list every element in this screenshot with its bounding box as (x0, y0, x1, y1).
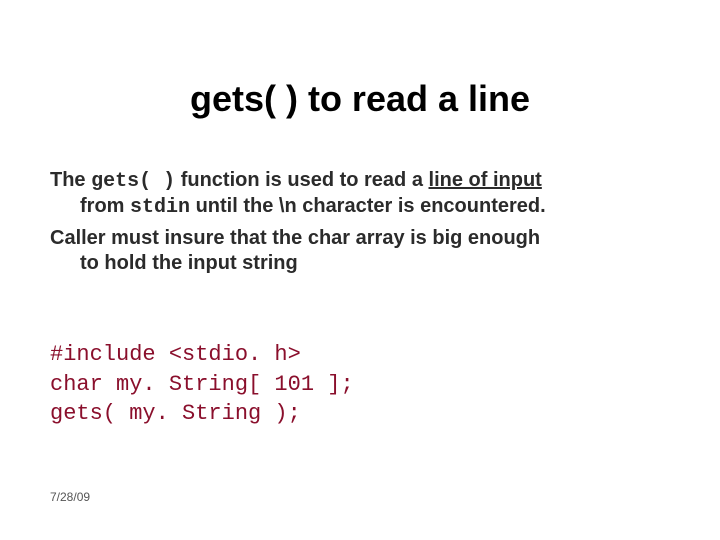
slide-body: The gets( ) function is used to read a l… (50, 168, 670, 282)
paragraph-1: The gets( ) function is used to read a l… (50, 168, 670, 220)
slide-title: gets( ) to read a line (0, 78, 720, 120)
code-line-3: gets( my. String ); (50, 401, 301, 426)
p1-cont-pre: from (80, 195, 130, 217)
paragraph-2: Caller must insure that the char array i… (50, 226, 670, 276)
p1-code-gets: gets( ) (91, 170, 175, 193)
p1-cont: from stdin until the \n character is enc… (50, 194, 546, 220)
p1-pre: The (50, 169, 91, 191)
p1-cont-post: until the \n character is encountered. (190, 195, 546, 217)
p2-line1: Caller must insure that the char array i… (50, 227, 540, 249)
code-line-2: char my. String[ 101 ]; (50, 372, 354, 397)
p1-underline-line-of-input: line of input (429, 169, 542, 191)
p2-line2: to hold the input string (50, 251, 298, 276)
slide: gets( ) to read a line The gets( ) funct… (0, 0, 720, 540)
p1-mid: function is used to read a (175, 169, 428, 191)
code-block: #include <stdio. h> char my. String[ 101… (50, 340, 354, 429)
footer-date: 7/28/09 (50, 490, 90, 504)
p1-code-stdin: stdin (130, 196, 190, 219)
code-line-1: #include <stdio. h> (50, 342, 301, 367)
